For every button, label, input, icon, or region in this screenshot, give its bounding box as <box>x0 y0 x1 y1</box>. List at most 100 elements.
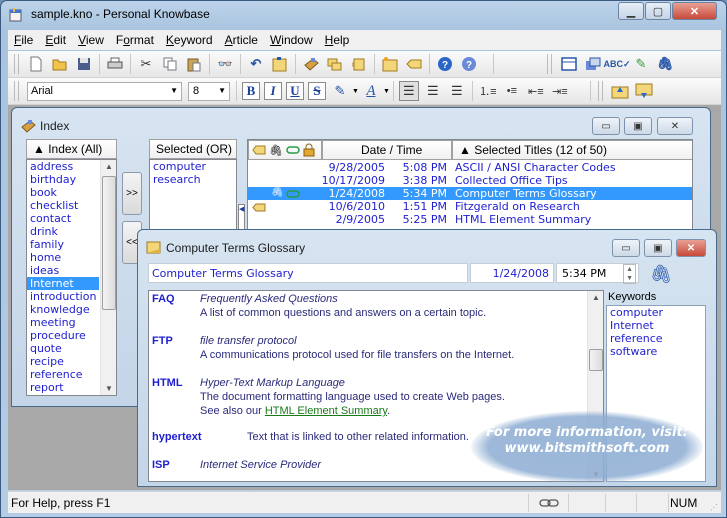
article-keyword-item[interactable]: computer <box>607 306 705 319</box>
bullet-list-button[interactable]: •≡ <box>502 81 522 101</box>
font-color-button[interactable]: A <box>361 81 381 101</box>
italic-button[interactable]: I <box>264 82 282 100</box>
menu-edit[interactable]: Edit <box>39 33 72 47</box>
bold-button[interactable]: B <box>242 82 260 100</box>
splitter-handle[interactable]: ◀ <box>238 204 245 232</box>
align-right-button[interactable]: ☰ <box>447 81 467 101</box>
keyword-button[interactable] <box>349 54 369 74</box>
minimize-button[interactable]: ▁ <box>618 2 644 20</box>
index-column-header[interactable]: ▲ Index (All) <box>26 139 117 159</box>
toolbar-grip[interactable] <box>14 81 19 101</box>
spinner-arrows-icon[interactable]: ▲ ▼ <box>623 264 636 284</box>
index-item[interactable]: contact <box>27 212 99 225</box>
menu-file[interactable]: File <box>8 33 39 47</box>
index-item[interactable]: address <box>27 160 99 173</box>
print-button[interactable] <box>105 54 125 74</box>
find-button[interactable]: 👓 <box>215 54 235 74</box>
cut-button[interactable]: ✂ <box>136 54 156 74</box>
index-maximize-button[interactable]: ▣ <box>624 117 652 135</box>
promo-banner[interactable]: For more information, visit: www.bitsmit… <box>471 411 703 483</box>
windows-button[interactable] <box>325 54 345 74</box>
article-row[interactable]: 10/17/2009 3:38 PM Collected Office Tips <box>248 174 692 187</box>
article-time-spinner[interactable]: 5:34 PM ▲ ▼ <box>556 263 639 284</box>
font-size-select[interactable]: 8 ▼ <box>188 81 230 101</box>
index-item[interactable]: introduction <box>27 290 99 303</box>
context-help-button[interactable]: ? <box>459 54 479 74</box>
move-up-button[interactable] <box>610 81 630 101</box>
undo-button[interactable]: ↶ <box>246 54 266 74</box>
move-down-button[interactable] <box>634 81 654 101</box>
article-row[interactable]: 🖇 1/24/2008 5:34 PM Computer Terms Glossary <box>248 187 692 200</box>
see-also-link[interactable]: HTML Element Summary <box>265 405 387 417</box>
attachment-button[interactable]: 🖇 <box>655 54 675 74</box>
new-article-button[interactable] <box>380 54 400 74</box>
strikethrough-button[interactable]: S <box>308 82 326 100</box>
add-keyword-button[interactable]: >> <box>122 172 142 215</box>
index-minimize-button[interactable]: ▭ <box>592 117 620 135</box>
index-item[interactable]: reference <box>27 368 99 381</box>
index-item[interactable]: checklist <box>27 199 99 212</box>
index-item[interactable]: quote <box>27 342 99 355</box>
chevron-down-icon[interactable]: ▼ <box>383 88 390 95</box>
scroll-thumb[interactable] <box>589 349 603 371</box>
properties-button[interactable] <box>583 54 603 74</box>
menu-help[interactable]: Help <box>319 33 356 47</box>
article-minimize-button[interactable]: ▭ <box>612 239 640 257</box>
article-date-input[interactable] <box>470 263 554 283</box>
selected-keyword-item[interactable]: research <box>150 173 236 186</box>
article-maximize-button[interactable]: ▣ <box>644 239 672 257</box>
index-item[interactable]: Internet <box>27 277 99 290</box>
index-item[interactable]: family <box>27 238 99 251</box>
close-button[interactable]: ✕ <box>672 2 717 20</box>
index-item[interactable]: knowledge <box>27 303 99 316</box>
numbered-list-button[interactable]: ⒈≡ <box>478 81 498 101</box>
scroll-thumb[interactable] <box>102 176 116 310</box>
scroll-down-icon[interactable]: ▼ <box>101 384 116 393</box>
menu-window[interactable]: Window <box>264 33 319 47</box>
index-item[interactable]: home <box>27 251 99 264</box>
index-item[interactable]: recipe <box>27 355 99 368</box>
date-column-header[interactable]: Date / Time <box>322 140 452 160</box>
article-row[interactable]: 2/9/2005 5:25 PM HTML Element Summary <box>248 213 692 226</box>
highlight-button[interactable]: ✎ <box>330 81 350 101</box>
index-item[interactable]: book <box>27 186 99 199</box>
align-center-button[interactable]: ☰ <box>423 81 443 101</box>
menu-format[interactable]: Format <box>110 33 160 47</box>
toolbar-grip[interactable] <box>597 81 603 101</box>
tag-button[interactable] <box>404 54 424 74</box>
index-close-button[interactable]: ✕ <box>657 117 693 135</box>
toolbar-grip[interactable] <box>547 54 552 74</box>
decrease-indent-button[interactable]: ⇤≡ <box>526 81 546 101</box>
menu-article[interactable]: Article <box>219 33 264 47</box>
open-button[interactable] <box>50 54 70 74</box>
index-item[interactable]: ideas <box>27 264 99 277</box>
index-item[interactable]: drink <box>27 225 99 238</box>
article-title-input[interactable] <box>148 263 468 283</box>
scroll-up-icon[interactable]: ▲ <box>101 162 116 171</box>
resize-grip-icon[interactable]: ⋰ <box>710 503 718 512</box>
article-keyword-item[interactable]: reference <box>607 332 705 345</box>
index-scrollbar[interactable]: ▲ ▼ <box>100 160 116 395</box>
index-button[interactable] <box>301 54 321 74</box>
chevron-down-icon[interactable]: ▼ <box>352 88 359 95</box>
new-button[interactable] <box>26 54 46 74</box>
menu-keyword[interactable]: Keyword <box>160 33 219 47</box>
spellcheck-button[interactable]: ABC✓ <box>603 54 630 74</box>
index-item[interactable]: report <box>27 381 99 394</box>
underline-button[interactable]: U <box>286 82 304 100</box>
scroll-up-icon[interactable]: ▲ <box>588 293 604 302</box>
selected-column-header[interactable]: Selected (OR) <box>149 139 237 159</box>
article-keyword-item[interactable]: software <box>607 345 705 358</box>
align-left-button[interactable]: ☰ <box>398 81 419 101</box>
toolbar-grip[interactable] <box>14 54 19 74</box>
titles-column-header[interactable]: ▲ Selected Titles (12 of 50) <box>452 140 692 160</box>
promo-url[interactable]: www.bitsmithsoft.com <box>471 441 703 457</box>
attachment-button[interactable]: 🖇 <box>648 261 674 287</box>
maximize-button[interactable]: ▢ <box>645 2 671 20</box>
link-button[interactable]: ✎ <box>631 54 651 74</box>
copy-button[interactable] <box>160 54 180 74</box>
index-item[interactable]: birthday <box>27 173 99 186</box>
index-list[interactable]: address birthday book checklist contact drink… <box>26 159 117 396</box>
menu-view[interactable]: View <box>72 33 110 47</box>
title-bar[interactable]: sample.kno - Personal Knowbase ▁ ▢ ✕ <box>1 1 726 29</box>
